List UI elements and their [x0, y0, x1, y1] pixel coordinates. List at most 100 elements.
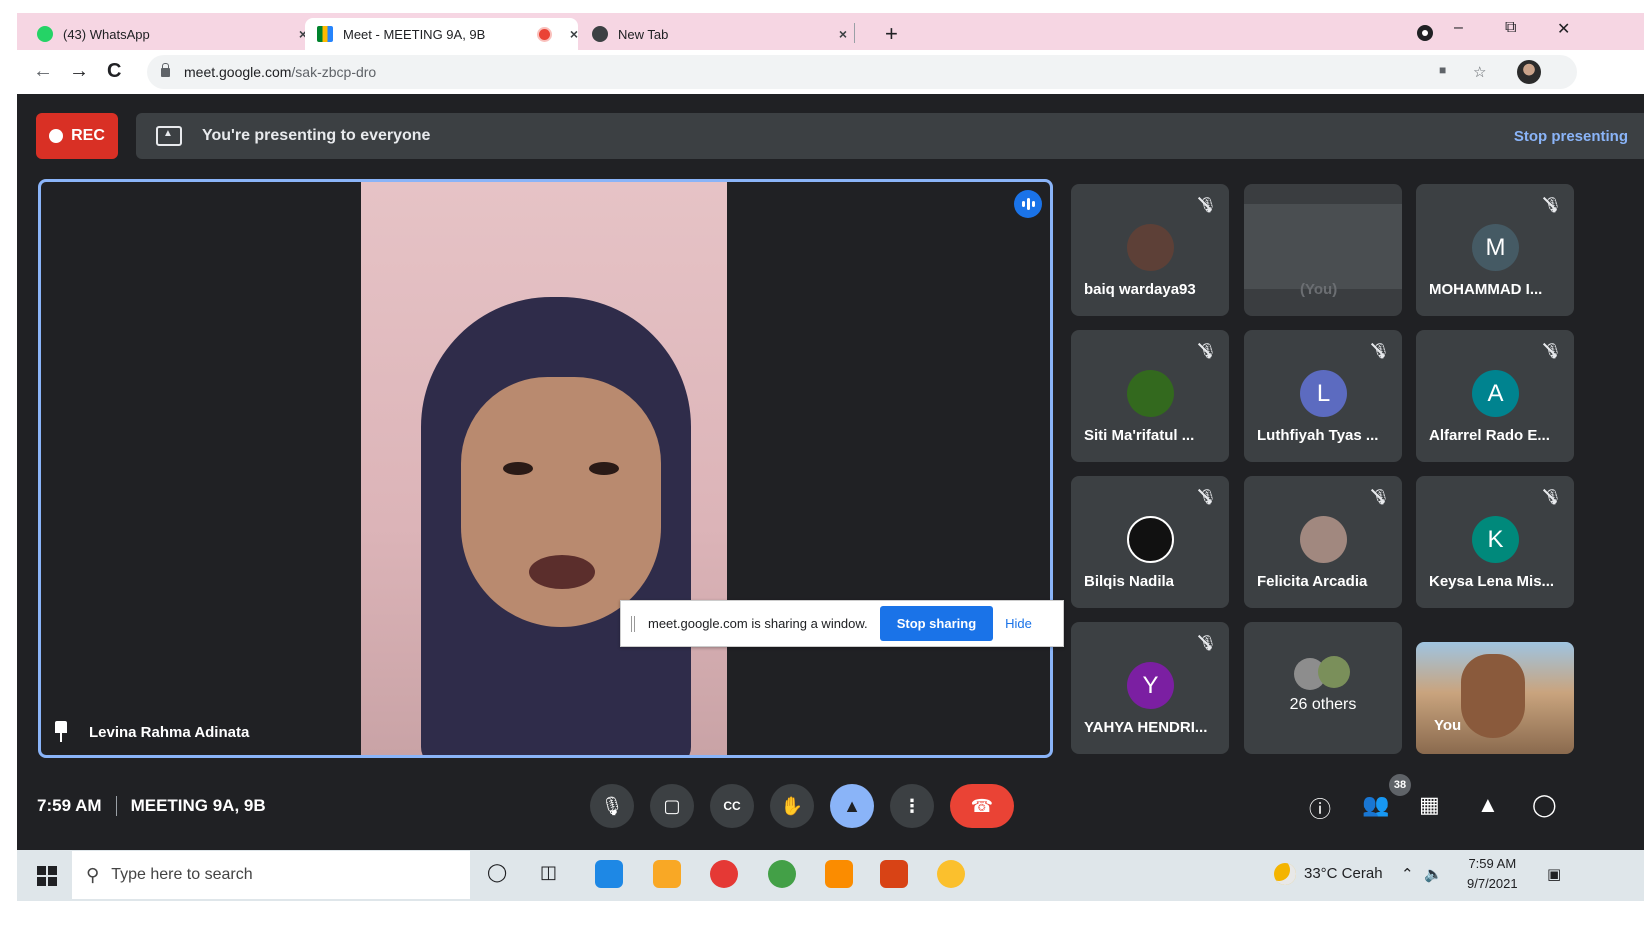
more-options-button[interactable]: ⋮ [890, 784, 934, 828]
leave-call-button[interactable]: ☎ [950, 784, 1014, 828]
divider [115, 796, 117, 816]
mic-off-icon: 🎙 [1370, 489, 1390, 506]
weather-icon [1274, 863, 1296, 885]
task-view-icon[interactable]: ◫ [540, 862, 557, 883]
minimize-icon[interactable]: – [1454, 19, 1463, 37]
profile-icon[interactable] [1417, 25, 1433, 41]
address-bar[interactable]: meet.google.com /sak-zbcp-dro [147, 55, 1577, 89]
others-count: 26 others [1289, 696, 1357, 713]
meeting-details-icon[interactable]: ⓘ [1309, 792, 1331, 824]
clock-time: 7:59 AM [1468, 856, 1517, 871]
forward-icon[interactable]: → [69, 60, 89, 83]
participant-tile[interactable]: 🎙 baiq wardaya93 [1071, 184, 1229, 316]
meeting-info: 7:59 AM MEETING 9A, 9B [37, 796, 266, 816]
participant-tile[interactable]: 🎙 Siti Ma'rifatul ... [1071, 330, 1229, 462]
chrome-profile-icon[interactable] [937, 860, 965, 888]
tab-new-tab[interactable]: New Tab × [592, 18, 847, 50]
presenting-text: You're presenting to everyone [202, 127, 431, 144]
main-speaker-tile[interactable]: Levina Rahma Adinata [38, 179, 1053, 758]
chrome-taskbar-icon[interactable] [768, 860, 796, 888]
avatar: M [1472, 224, 1519, 271]
google-meet-icon [317, 26, 333, 42]
participant-tile[interactable]: 🎙 K Keysa Lena Mis... [1416, 476, 1574, 608]
self-view-tile[interactable]: You [1416, 642, 1574, 754]
restore-icon[interactable]: ⧉ [1505, 19, 1516, 37]
speaker-video [361, 182, 727, 755]
avatar [1127, 516, 1174, 563]
taskbar-search[interactable]: ⚲ Type here to search [72, 851, 470, 899]
chrome-icon [592, 26, 608, 42]
meeting-controls: 7:59 AM MEETING 9A, 9B 🎙 ▢ CC ✋ ▲ ⋮ ☎ ⓘ … [17, 764, 1644, 850]
bookmark-star-icon[interactable]: ☆ [1473, 63, 1486, 81]
captions-button[interactable]: CC [710, 784, 754, 828]
app-icon[interactable] [825, 860, 853, 888]
mic-off-icon: 🎙 [1197, 343, 1217, 360]
meet-app: REC You're presenting to everyone Stop p… [17, 94, 1644, 850]
tab-title: (43) WhatsApp [63, 26, 150, 42]
present-screen-icon: ▲ [843, 795, 861, 816]
more-vert-icon: ⋮ [903, 795, 921, 816]
chat-icon[interactable]: ▦ [1419, 792, 1440, 818]
raise-hand-button[interactable]: ✋ [770, 784, 814, 828]
avatar: A [1472, 370, 1519, 417]
profile-avatar[interactable] [1517, 60, 1541, 84]
people-icon[interactable]: 👥 [1362, 792, 1389, 818]
drag-handle-icon[interactable] [631, 615, 635, 632]
participant-tile[interactable]: 🎙 L Luthfiyah Tyas ... [1244, 330, 1402, 462]
participant-name: Siti Ma'rifatul ... [1084, 427, 1195, 444]
new-tab-button[interactable]: + [885, 21, 898, 47]
file-explorer-icon[interactable] [653, 860, 681, 888]
pin-icon[interactable] [53, 721, 69, 743]
self-video [1461, 654, 1525, 738]
tray-chevron-icon[interactable]: ⌃ [1401, 865, 1414, 883]
mic-off-icon: 🎙 [1197, 635, 1217, 652]
tab-meet[interactable]: Meet - MEETING 9A, 9B × [305, 18, 578, 50]
windows-start-icon[interactable] [37, 866, 57, 886]
present-now-button[interactable]: ▲ [830, 784, 874, 828]
rec-label: REC [71, 127, 105, 144]
powerpoint-icon[interactable] [880, 860, 908, 888]
speaking-indicator-icon [1014, 190, 1042, 218]
self-label: You [1434, 717, 1462, 734]
back-icon[interactable]: ← [33, 60, 53, 83]
host-controls-icon[interactable]: ◯ [1532, 792, 1557, 818]
browser-tab-strip: (43) WhatsApp × Meet - MEETING 9A, 9B × … [17, 13, 1644, 50]
camera-in-use-icon[interactable]: ■ [1439, 63, 1446, 77]
lock-icon[interactable] [161, 62, 170, 77]
opera-icon[interactable] [710, 860, 738, 888]
taskbar-clock[interactable]: 7:59 AM 9/7/2021 [1467, 854, 1518, 894]
camera-button[interactable]: ▢ [650, 784, 694, 828]
speaker-face [461, 377, 661, 627]
participant-tile[interactable]: 🎙 A Alfarrel Rado E... [1416, 330, 1574, 462]
participant-name: Keysa Lena Mis... [1429, 573, 1555, 590]
participant-tile[interactable]: 🎙 Bilqis Nadila [1071, 476, 1229, 608]
meeting-name: MEETING 9A, 9B [130, 796, 266, 815]
participant-tile[interactable]: 🎙 M MOHAMMAD I... [1416, 184, 1574, 316]
volume-icon[interactable]: 🔈 [1424, 865, 1443, 883]
cortana-icon[interactable]: ◯ [487, 862, 507, 883]
weather-text[interactable]: 33°C Cerah [1304, 865, 1383, 882]
hide-link[interactable]: Hide [1005, 616, 1032, 631]
participant-tile-presentation[interactable]: (You) [1244, 184, 1402, 316]
speaker-eye [503, 462, 533, 475]
stop-presenting-button[interactable]: Stop presenting [1514, 128, 1628, 145]
recording-badge[interactable]: REC [36, 113, 118, 159]
presentation-thumbnail [1244, 204, 1402, 289]
others-tile[interactable]: 26 others [1244, 622, 1402, 754]
reload-icon[interactable]: C [107, 60, 121, 83]
notifications-icon[interactable]: ▣ [1547, 865, 1561, 883]
close-tab-icon[interactable]: × [839, 26, 847, 42]
activities-icon[interactable]: ▲ [1477, 792, 1499, 818]
tab-whatsapp[interactable]: (43) WhatsApp × [37, 18, 307, 50]
tab-title: New Tab [618, 26, 669, 42]
window-close-icon[interactable]: ✕ [1557, 19, 1570, 39]
microphone-icon: 🎙 [600, 795, 624, 816]
microphone-button[interactable]: 🎙 [590, 784, 634, 828]
participant-tile[interactable]: 🎙 Felicita Arcadia [1244, 476, 1402, 608]
edge-icon[interactable] [595, 860, 623, 888]
search-placeholder: Type here to search [111, 866, 253, 883]
close-tab-icon[interactable]: × [570, 26, 578, 42]
participant-tile[interactable]: 🎙 Y YAHYA HENDRI... [1071, 622, 1229, 754]
participant-name: Felicita Arcadia [1257, 573, 1368, 590]
stop-sharing-button[interactable]: Stop sharing [879, 606, 994, 641]
